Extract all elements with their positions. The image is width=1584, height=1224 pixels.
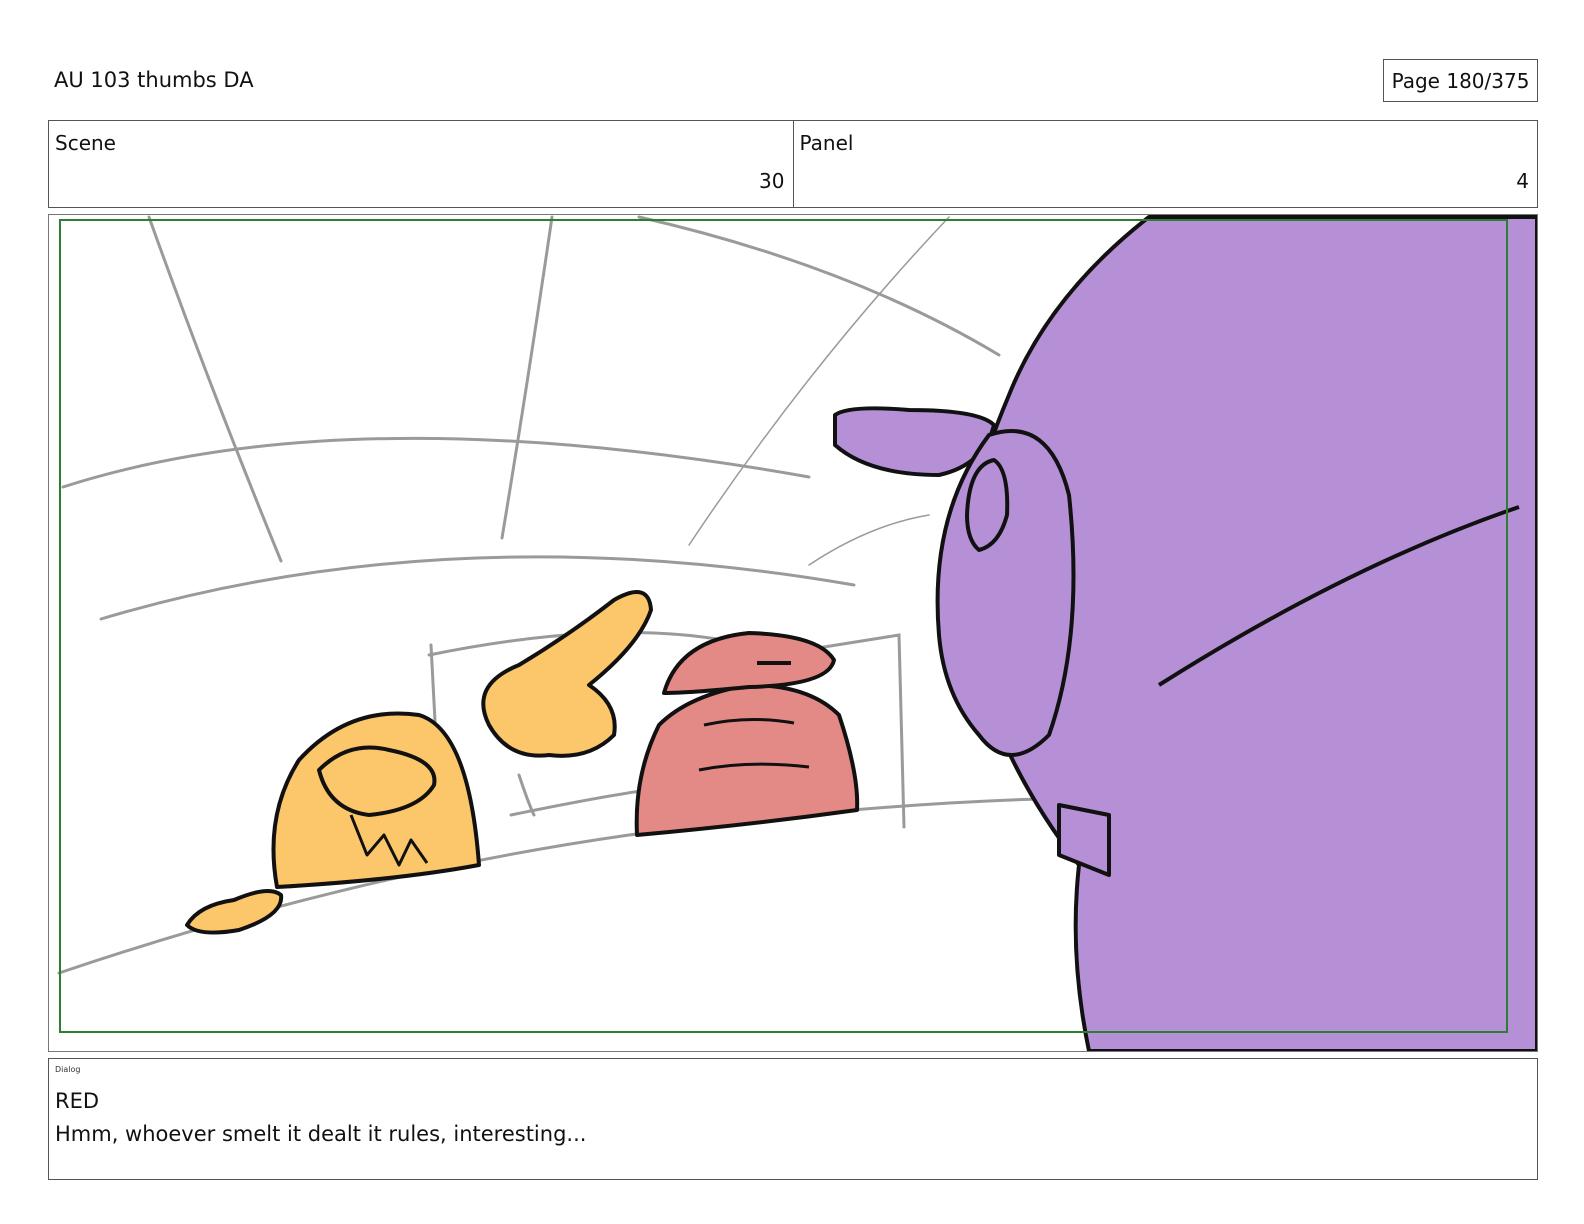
- dialog-box: Dialog RED Hmm, whoever smelt it dealt i…: [48, 1058, 1538, 1180]
- red-character: [634, 631, 860, 837]
- panel-cell: Panel 4: [792, 121, 1538, 207]
- dialog-tag: Dialog: [55, 1065, 81, 1074]
- orange-character: [185, 590, 653, 935]
- scene-value: 30: [759, 169, 785, 193]
- purple-character: [833, 215, 1537, 1051]
- storyboard-panel: [48, 214, 1538, 1052]
- dialog-line: Hmm, whoever smelt it dealt it rules, in…: [55, 1122, 587, 1146]
- background-sketch: [57, 215, 1041, 975]
- storyboard-drawing: [57, 215, 1537, 1051]
- scene-label: Scene: [55, 131, 116, 155]
- scene-panel-info: Scene 30 Panel 4: [48, 120, 1538, 208]
- scene-cell: Scene 30: [49, 121, 793, 207]
- panel-label: Panel: [799, 131, 854, 155]
- page-number: Page 180/375: [1383, 59, 1538, 102]
- panel-value: 4: [1516, 169, 1529, 193]
- document-title: AU 103 thumbs DA: [54, 68, 254, 92]
- dialog-speaker: RED: [55, 1089, 100, 1113]
